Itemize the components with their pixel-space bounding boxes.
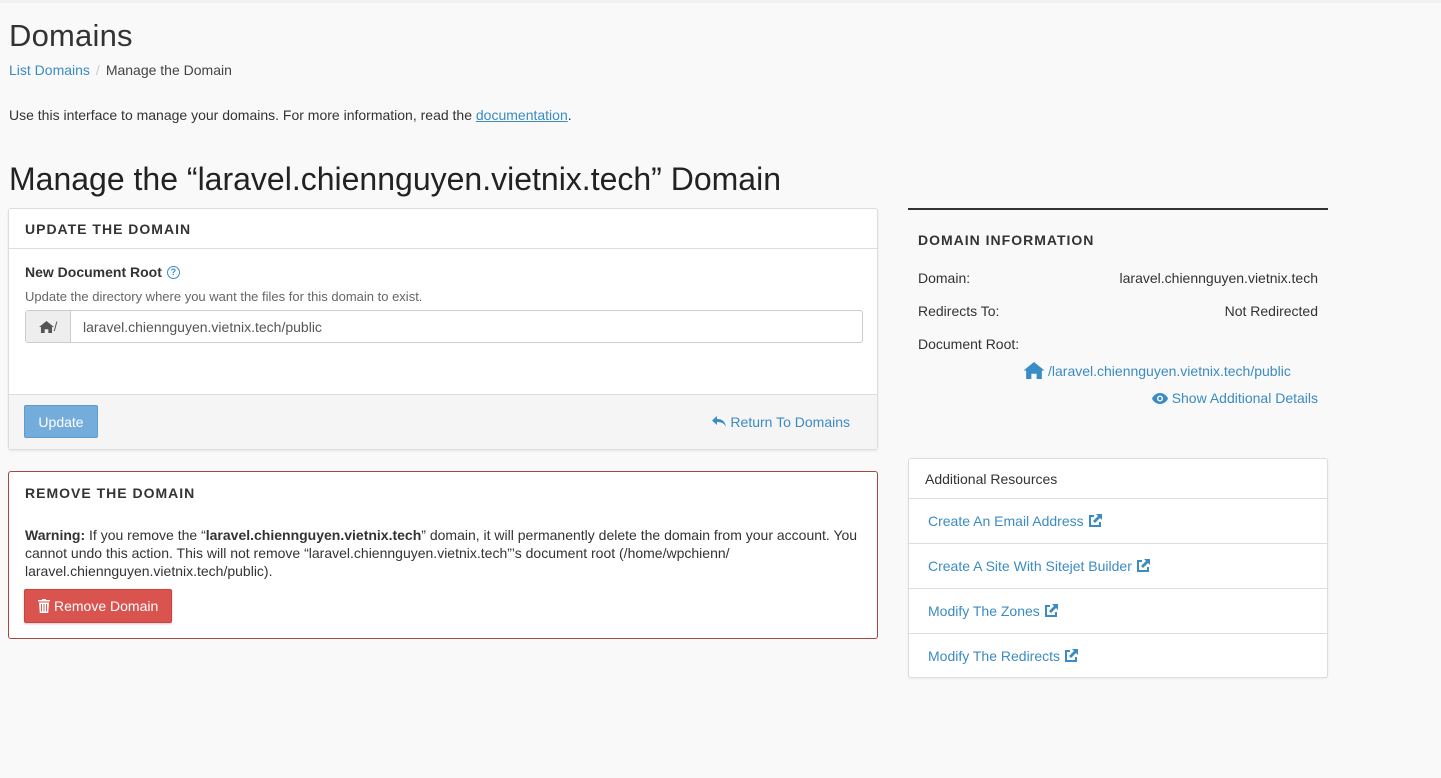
help-icon[interactable]: ? <box>166 265 180 279</box>
document-root-input[interactable] <box>71 311 862 342</box>
addon-slash: / <box>53 319 58 334</box>
page-title: Domains <box>9 18 133 53</box>
intro-prefix: Use this interface to manage your domain… <box>9 107 476 123</box>
remove-warning-text: Warning: If you remove the “laravel.chie… <box>25 526 865 580</box>
domain-information-box: DOMAIN INFORMATION Domain: laravel.chien… <box>908 208 1328 440</box>
update-button[interactable]: Update <box>24 405 98 438</box>
domain-value: laravel.chiennguyen.vietnix.tech <box>1119 270 1318 286</box>
create-email-label: Create An Email Address <box>928 513 1084 529</box>
update-domain-panel: UPDATE THE DOMAIN New Document Root ? Up… <box>8 208 878 450</box>
return-to-domains-label: Return To Domains <box>730 414 850 430</box>
external-link-icon <box>1044 604 1058 617</box>
remove-domain-label: Remove Domain <box>54 598 159 614</box>
remove-domain-button[interactable]: Remove Domain <box>24 589 173 623</box>
home-icon <box>1023 362 1045 379</box>
top-border <box>0 0 1441 3</box>
redirects-value: Not Redirected <box>1224 303 1318 319</box>
additional-resources-panel: Additional Resources Create An Email Add… <box>908 458 1328 678</box>
remove-domain-panel: REMOVE THE DOMAIN Warning: If you remove… <box>8 471 878 639</box>
remove-domain-heading: REMOVE THE DOMAIN <box>25 485 196 501</box>
breadcrumb-current: Manage the Domain <box>105 62 232 78</box>
breadcrumb: List Domains / Manage the Domain <box>9 62 232 78</box>
sitejet-builder-label: Create A Site With Sitejet Builder <box>928 558 1132 574</box>
document-root-input-group: / <box>25 310 863 343</box>
document-root-path: /laravel.chiennguyen.vietnix.tech/public <box>1048 362 1291 379</box>
additional-resources-heading: Additional Resources <box>909 459 1327 499</box>
modify-zones-label: Modify The Zones <box>928 603 1040 619</box>
update-panel-footer: Update Return To Domains <box>9 394 877 449</box>
document-root-info-label: Document Root: <box>918 336 1020 352</box>
manage-domain-title: Manage the “laravel.chiennguyen.vietnix.… <box>9 161 781 197</box>
create-email-link[interactable]: Create An Email Address <box>909 499 1327 544</box>
modify-redirects-label: Modify The Redirects <box>928 648 1061 664</box>
sitejet-builder-link[interactable]: Create A Site With Sitejet Builder <box>909 544 1327 589</box>
modify-zones-link[interactable]: Modify The Zones <box>909 589 1327 634</box>
modify-redirects-link[interactable]: Modify The Redirects <box>909 634 1327 678</box>
document-root-link[interactable]: /laravel.chiennguyen.vietnix.tech/public <box>1023 362 1291 379</box>
intro-text: Use this interface to manage your domain… <box>9 107 572 123</box>
eye-icon <box>1151 392 1168 404</box>
breadcrumb-list-domains-link[interactable]: List Domains <box>9 62 90 78</box>
document-root-label-row: New Document Root ? <box>25 264 180 280</box>
warning-pre: If you remove the “ <box>85 527 206 543</box>
intro-suffix: . <box>567 107 572 123</box>
document-root-hint: Update the directory where you want the … <box>25 289 423 304</box>
reply-arrow-icon <box>712 416 727 427</box>
domain-information-heading: DOMAIN INFORMATION <box>918 232 1095 248</box>
document-root-label: New Document Root <box>25 264 162 280</box>
warning-domain: laravel.chiennguyen.vietnix.tech <box>205 527 422 543</box>
return-to-domains-link[interactable]: Return To Domains <box>712 414 850 430</box>
documentation-link[interactable]: documentation <box>476 107 568 123</box>
show-additional-details-link[interactable]: Show Additional Details <box>1151 390 1318 406</box>
update-domain-heading: UPDATE THE DOMAIN <box>9 209 877 249</box>
warning-label: Warning: <box>25 527 86 543</box>
domain-label: Domain: <box>918 270 971 286</box>
document-root-addon: / <box>26 311 71 342</box>
external-link-icon <box>1136 559 1150 572</box>
breadcrumb-separator: / <box>95 62 100 78</box>
external-link-icon <box>1088 514 1102 527</box>
show-additional-details-label: Show Additional Details <box>1171 390 1318 406</box>
redirects-label: Redirects To: <box>918 303 1000 319</box>
home-icon <box>38 320 54 333</box>
external-link-icon <box>1065 649 1079 662</box>
trash-icon <box>38 599 50 613</box>
